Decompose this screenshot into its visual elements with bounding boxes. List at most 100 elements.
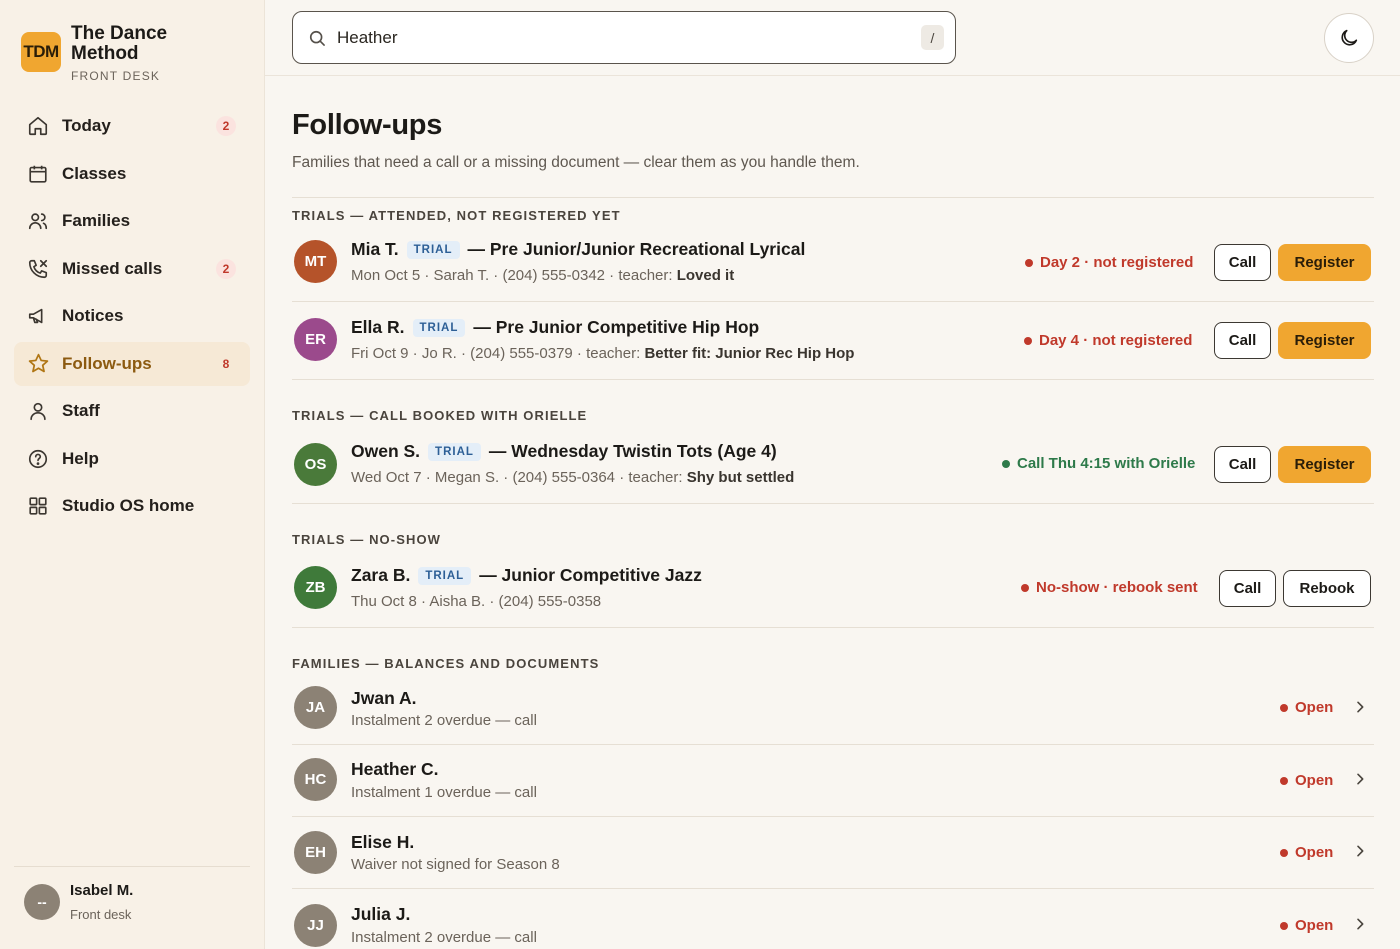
- trial-badge: TRIAL: [418, 566, 472, 585]
- student-name: Owen S.: [351, 441, 421, 461]
- star-icon: [26, 352, 50, 376]
- class-name: — Pre Junior/Junior Recreational Lyrical: [467, 239, 806, 259]
- sidebar-item-missed-calls[interactable]: Missed calls 2: [14, 247, 250, 291]
- sidebar: TDM The Dance Method FRONT DESK Today 2 …: [0, 0, 265, 949]
- call-button[interactable]: Call: [1219, 570, 1276, 607]
- sidebar-item-families[interactable]: Families: [14, 199, 250, 243]
- avatar: EH: [294, 831, 337, 874]
- status-text: Open: [1295, 772, 1334, 789]
- sidebar-item-studio-os-home[interactable]: Studio OS home: [14, 484, 250, 528]
- row-title: Ella R. TRIAL — Pre Junior Competitive H…: [351, 317, 759, 338]
- status-dot: [1002, 459, 1010, 468]
- status-badge: Open: [1280, 699, 1333, 716]
- call-button[interactable]: Call: [1214, 446, 1271, 483]
- row-title: Zara B. TRIAL — Junior Competitive Jazz: [351, 565, 702, 586]
- status-text: No-show · rebook sent: [1036, 579, 1198, 596]
- row-details: Mon Oct 5 · Sarah T. · (204) 555-0342 · …: [351, 267, 734, 284]
- register-button[interactable]: Register: [1278, 244, 1371, 281]
- grid-icon: [26, 494, 50, 518]
- search-box[interactable]: /: [292, 11, 956, 64]
- divider: [14, 866, 250, 867]
- avatar: JJ: [294, 904, 337, 947]
- user-profile[interactable]: -- Isabel M. Front desk: [24, 882, 133, 922]
- chevron-right-icon[interactable]: [1352, 916, 1368, 932]
- family-detail: Instalment 1 overdue — call: [351, 784, 537, 801]
- help-circle-icon: [26, 447, 50, 471]
- sidebar-item-label: Follow-ups: [62, 353, 152, 373]
- rebook-button[interactable]: Rebook: [1283, 570, 1371, 607]
- sidebar-item-label: Classes: [62, 163, 127, 183]
- sidebar-item-help[interactable]: Help: [14, 437, 250, 481]
- status-text: Open: [1295, 844, 1334, 861]
- family-row[interactable]: EH Elise H. Waiver not signed for Season…: [292, 817, 1374, 889]
- avatar: ER: [294, 318, 337, 361]
- student-name: Zara B.: [351, 565, 411, 585]
- count-badge: 2: [216, 258, 236, 279]
- count-badge: 2: [216, 116, 236, 136]
- chevron-right-icon[interactable]: [1352, 771, 1368, 787]
- family-row[interactable]: JJ Julia J. Instalment 2 overdue — call …: [292, 889, 1374, 949]
- calendar-icon: [26, 162, 50, 186]
- status-text: Day 4 · not registered: [1039, 332, 1193, 349]
- status-badge: No-show · rebook sent: [1021, 579, 1198, 596]
- class-name: — Wednesday Twistin Tots (Age 4): [488, 441, 777, 461]
- class-name: — Junior Competitive Jazz: [479, 565, 702, 585]
- search-input[interactable]: [337, 27, 897, 48]
- page-title: Follow-ups: [292, 109, 443, 141]
- row-title: Owen S. TRIAL — Wednesday Twistin Tots (…: [351, 441, 777, 462]
- sidebar-item-label: Studio OS home: [62, 496, 195, 515]
- status-badge: Open: [1280, 844, 1333, 861]
- family-detail: Instalment 2 overdue — call: [351, 712, 537, 729]
- status-dot: [1280, 703, 1288, 712]
- sidebar-item-label: Notices: [62, 306, 124, 325]
- teacher-note: Better fit: Junior Rec Hip Hop: [644, 345, 855, 362]
- sidebar-item-label: Staff: [62, 401, 100, 420]
- users-icon: [26, 209, 50, 233]
- trial-meta: Thu Oct 8 · Aisha B. · (204) 555-0358: [351, 593, 602, 610]
- sidebar-item-classes[interactable]: Classes: [14, 152, 250, 196]
- phone-missed-icon: [26, 257, 50, 281]
- moon-icon: [1338, 27, 1360, 49]
- trial-row[interactable]: OS Owen S. TRIAL — Wednesday Twistin Tot…: [292, 426, 1374, 504]
- sidebar-item-follow-ups[interactable]: Follow-ups 8: [14, 341, 250, 386]
- search-icon: [307, 28, 327, 48]
- trial-row[interactable]: ER Ella R. TRIAL — Pre Junior Competitiv…: [292, 302, 1374, 380]
- call-button[interactable]: Call: [1214, 244, 1271, 281]
- status-dot: [1024, 336, 1032, 345]
- trial-row[interactable]: MT Mia T. TRIAL — Pre Junior/Junior Recr…: [292, 224, 1374, 302]
- family-row[interactable]: JA Jwan A. Instalment 2 overdue — call O…: [292, 672, 1374, 745]
- status-dot: [1025, 258, 1033, 267]
- status-dot: [1021, 583, 1029, 592]
- sidebar-item-today[interactable]: Today 2: [14, 104, 250, 148]
- status-text: Call Thu 4:15 with Orielle: [1017, 455, 1196, 472]
- brand-subtitle: FRONT DESK: [71, 69, 161, 83]
- sidebar-item-staff[interactable]: Staff: [14, 389, 250, 433]
- status-badge: Open: [1280, 917, 1333, 934]
- family-name: Jwan A.: [351, 688, 417, 708]
- avatar: HC: [294, 758, 337, 801]
- chevron-right-icon[interactable]: [1352, 843, 1368, 859]
- teacher-note: Shy but settled: [686, 469, 795, 486]
- call-button[interactable]: Call: [1214, 322, 1271, 359]
- trial-badge: TRIAL: [406, 240, 460, 259]
- row-title: Mia T. TRIAL — Pre Junior/Junior Recreat…: [351, 239, 805, 260]
- chevron-right-icon[interactable]: [1352, 699, 1368, 715]
- sidebar-item-label: Help: [62, 448, 99, 468]
- row-details: Thu Oct 8 · Aisha B. · (204) 555-0358: [351, 593, 601, 610]
- theme-toggle-button[interactable]: [1324, 13, 1374, 63]
- avatar: OS: [294, 443, 337, 486]
- family-row[interactable]: HC Heather C. Instalment 1 overdue — cal…: [292, 745, 1374, 817]
- register-button[interactable]: Register: [1278, 446, 1371, 483]
- family-detail: Instalment 2 overdue — call: [351, 929, 537, 946]
- status-dot: [1280, 776, 1288, 785]
- status-badge: Call Thu 4:15 with Orielle: [1002, 455, 1195, 472]
- trial-row[interactable]: ZB Zara B. TRIAL — Junior Competitive Ja…: [292, 550, 1374, 628]
- top-bar: /: [265, 0, 1400, 76]
- trial-meta: Wed Oct 7 · Megan S. · (204) 555-0364 · …: [351, 469, 687, 486]
- register-button[interactable]: Register: [1278, 322, 1371, 359]
- status-dot: [1280, 848, 1288, 857]
- brand[interactable]: TDM The Dance Method FRONT DESK: [21, 24, 201, 83]
- sidebar-item-notices[interactable]: Notices: [14, 294, 250, 338]
- row-details: Fri Oct 9 · Jo R. · (204) 555-0379 · tea…: [351, 345, 854, 362]
- sidebar-nav: Today 2 Classes Families Missed calls 2: [14, 104, 250, 532]
